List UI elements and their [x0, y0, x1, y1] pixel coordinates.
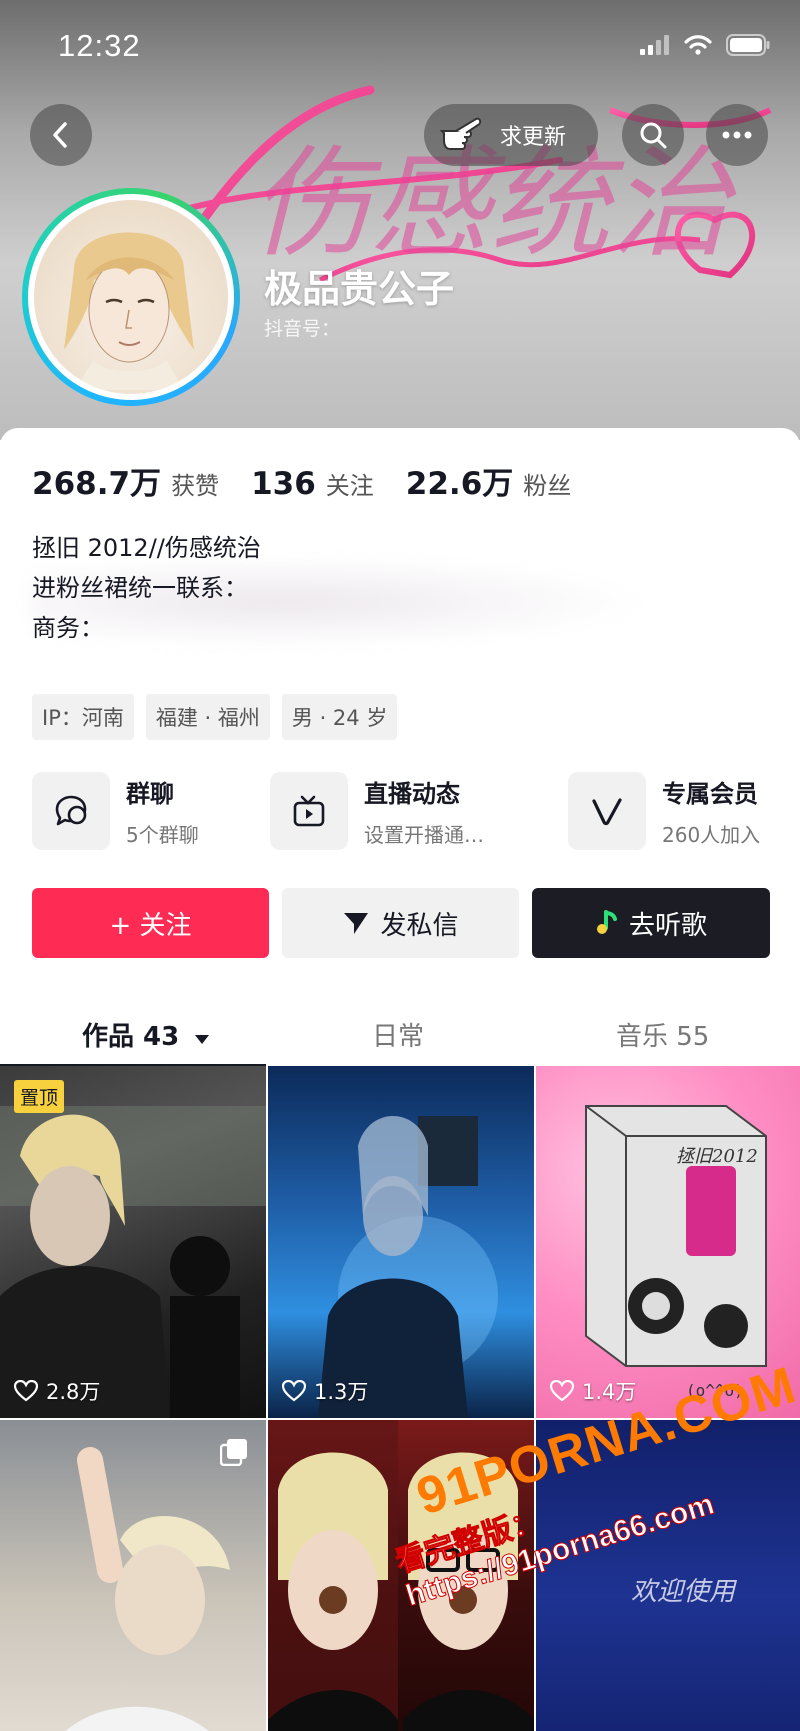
- profile-tags: IP：河南 福建 · 福州 男 · 24 岁: [32, 694, 398, 740]
- following-count[interactable]: 136: [251, 466, 316, 502]
- request-update-label: 求更新: [500, 125, 567, 150]
- live-updates-title: 直播动态: [364, 780, 460, 808]
- battery-icon: [726, 34, 770, 56]
- bio-line: 拯旧 2012//伤感统治: [32, 534, 261, 562]
- pointing-hand-icon: [439, 117, 482, 150]
- tab-works-label: 作品 43: [82, 1022, 180, 1052]
- group-chat-icon: [55, 795, 87, 826]
- video-thumbnail[interactable]: 置顶 2.8万: [0, 1066, 266, 1418]
- multi-image-icon: [220, 1439, 247, 1466]
- back-button[interactable]: [30, 104, 92, 166]
- video-likes: 2.8万: [14, 1376, 100, 1406]
- membership-title: 专属会员: [662, 780, 758, 808]
- video-likes-count: 2.8万: [46, 1380, 101, 1404]
- group-chat-title: 群聊: [126, 780, 174, 808]
- ip-location-tag: IP：河南: [32, 694, 134, 740]
- more-button[interactable]: [706, 104, 768, 166]
- message-label: 发私信: [380, 910, 459, 941]
- video-likes: 1.4万: [550, 1376, 636, 1406]
- bio: 拯旧 2012//伤感统治 进粉丝裙统一联系： 商务：: [32, 528, 261, 648]
- tab-daily[interactable]: 日常: [372, 1016, 424, 1053]
- status-time: 12:32: [58, 28, 141, 63]
- heart-icon: [550, 1380, 574, 1402]
- live-updates-entry[interactable]: 直播动态 设置开播通…: [270, 772, 484, 850]
- send-icon: [344, 913, 369, 934]
- bio-line: 进粉丝裙统一联系：: [32, 574, 248, 602]
- video-likes-count: 1.3万: [314, 1380, 369, 1404]
- vip-icon: [592, 798, 622, 826]
- signal-icon: [640, 35, 669, 55]
- listen-label: 去听歌: [628, 910, 707, 941]
- username: 极品贵公子: [264, 267, 455, 311]
- search-icon: [640, 122, 667, 149]
- followers-label[interactable]: 粉丝: [523, 466, 571, 501]
- follow-button[interactable]: + 关注: [32, 888, 269, 958]
- wifi-icon: [684, 35, 712, 55]
- tab-music[interactable]: 音乐 55: [616, 1016, 709, 1053]
- bio-line: 商务：: [32, 614, 104, 642]
- more-dots-icon: [722, 131, 752, 139]
- video-likes-count: 1.4万: [582, 1380, 637, 1404]
- overlay-text: 欢迎使用: [631, 1577, 738, 1607]
- douyin-id: 抖音号：: [264, 318, 341, 340]
- video-thumbnail[interactable]: 1.3万: [268, 1066, 534, 1418]
- membership-subtitle: 260人加入: [662, 823, 761, 847]
- music-note-icon: [596, 910, 617, 934]
- video-likes: 1.3万: [282, 1376, 368, 1406]
- request-update-button[interactable]: 求更新: [424, 104, 598, 166]
- listen-button[interactable]: 去听歌: [532, 888, 770, 958]
- profile-banner: 伤感统治 12:32 求更新 极品贵公子 抖音号：: [0, 0, 800, 440]
- avatar[interactable]: [22, 188, 240, 406]
- followers-count[interactable]: 22.6万: [406, 458, 514, 503]
- gender-age-tag: 男 · 24 岁: [281, 694, 398, 740]
- group-chat-subtitle: 5个群聊: [126, 823, 199, 847]
- status-bar: 12:32: [0, 0, 800, 90]
- avatar-illustration: [64, 232, 194, 390]
- album-title: 拯旧2012: [676, 1146, 758, 1167]
- video-thumbnail[interactable]: [0, 1420, 266, 1731]
- caret-down-icon: [195, 1035, 210, 1044]
- following-label[interactable]: 关注: [326, 466, 374, 501]
- pinned-badge: 置顶: [14, 1080, 65, 1113]
- stats-row: 268.7万 获赞 136 关注 22.6万 粉丝: [32, 458, 603, 503]
- chevron-left-icon: [53, 122, 67, 148]
- feature-row: 群聊 5个群聊 直播动态 设置开播通… 专属会员 260人加入: [32, 772, 772, 852]
- video-image: [65, 1447, 230, 1731]
- video-image: [318, 1116, 498, 1418]
- search-button[interactable]: [622, 104, 684, 166]
- location-tag: 福建 · 福州: [145, 694, 270, 740]
- video-image: [0, 1106, 266, 1418]
- likes-label: 获赞: [171, 472, 220, 500]
- action-buttons: + 关注 发私信 去听歌: [32, 888, 770, 958]
- heart-icon: [14, 1380, 38, 1402]
- likes-count: 268.7万: [32, 466, 162, 502]
- content-tabs: 作品 43 日常 音乐 55: [0, 998, 800, 1070]
- membership-entry[interactable]: 专属会员 260人加入: [568, 772, 760, 850]
- tv-icon: [293, 795, 325, 827]
- status-icons: [640, 34, 770, 56]
- live-updates-subtitle: 设置开播通…: [364, 823, 484, 847]
- tab-works[interactable]: 作品 43: [82, 1016, 210, 1053]
- message-button[interactable]: 发私信: [282, 888, 519, 958]
- group-chat-entry[interactable]: 群聊 5个群聊: [32, 772, 199, 850]
- heart-icon: [282, 1380, 306, 1402]
